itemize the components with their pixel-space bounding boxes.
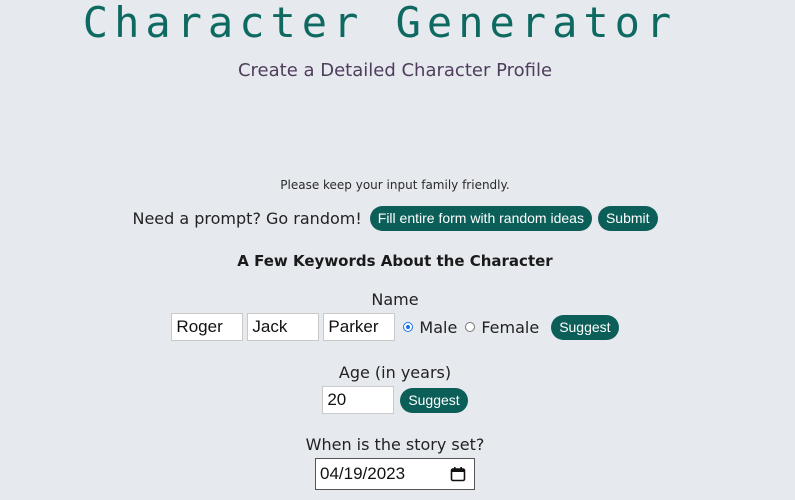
name-row: Male Female Suggest (0, 313, 790, 341)
female-label: Female (481, 317, 540, 337)
story-date-input[interactable]: 04/19/2023 (315, 458, 475, 490)
page-title: Character Generator (82, 0, 678, 47)
name-suggest-button[interactable]: Suggest (551, 314, 619, 340)
name-label: Name (371, 290, 419, 309)
male-radio[interactable] (403, 322, 414, 332)
age-suggest-button[interactable]: Suggest (400, 387, 468, 413)
age-row: Suggest (0, 386, 790, 414)
gender-option-male[interactable]: Male (403, 318, 457, 337)
page-subtitle: Create a Detailed Character Profile (237, 60, 553, 81)
submit-button[interactable]: Submit (597, 206, 658, 231)
date-row: 04/19/2023 (0, 458, 790, 490)
last-name-input[interactable] (323, 313, 396, 341)
female-radio[interactable] (465, 322, 476, 332)
first-name-input[interactable] (171, 313, 244, 341)
keywords-heading: A Few Keywords About the Character (237, 252, 553, 270)
male-label: Male (419, 317, 458, 337)
calendar-icon[interactable] (450, 466, 466, 482)
random-prompt-row: Need a prompt? Go random! Fill entire fo… (0, 206, 790, 231)
middle-name-input[interactable] (247, 313, 320, 341)
age-input[interactable] (322, 386, 395, 414)
random-prompt-label: Need a prompt? Go random! (132, 209, 362, 228)
age-label: Age (in years) (338, 363, 452, 382)
fill-random-button[interactable]: Fill entire form with random ideas (369, 206, 592, 231)
gender-option-female[interactable]: Female (465, 318, 539, 337)
story-date-value: 04/19/2023 (320, 464, 406, 483)
gender-radio-group: Male Female (403, 318, 547, 337)
setting-label: When is the story set? (305, 435, 485, 454)
family-friendly-notice: Please keep your input family friendly. (280, 178, 510, 192)
